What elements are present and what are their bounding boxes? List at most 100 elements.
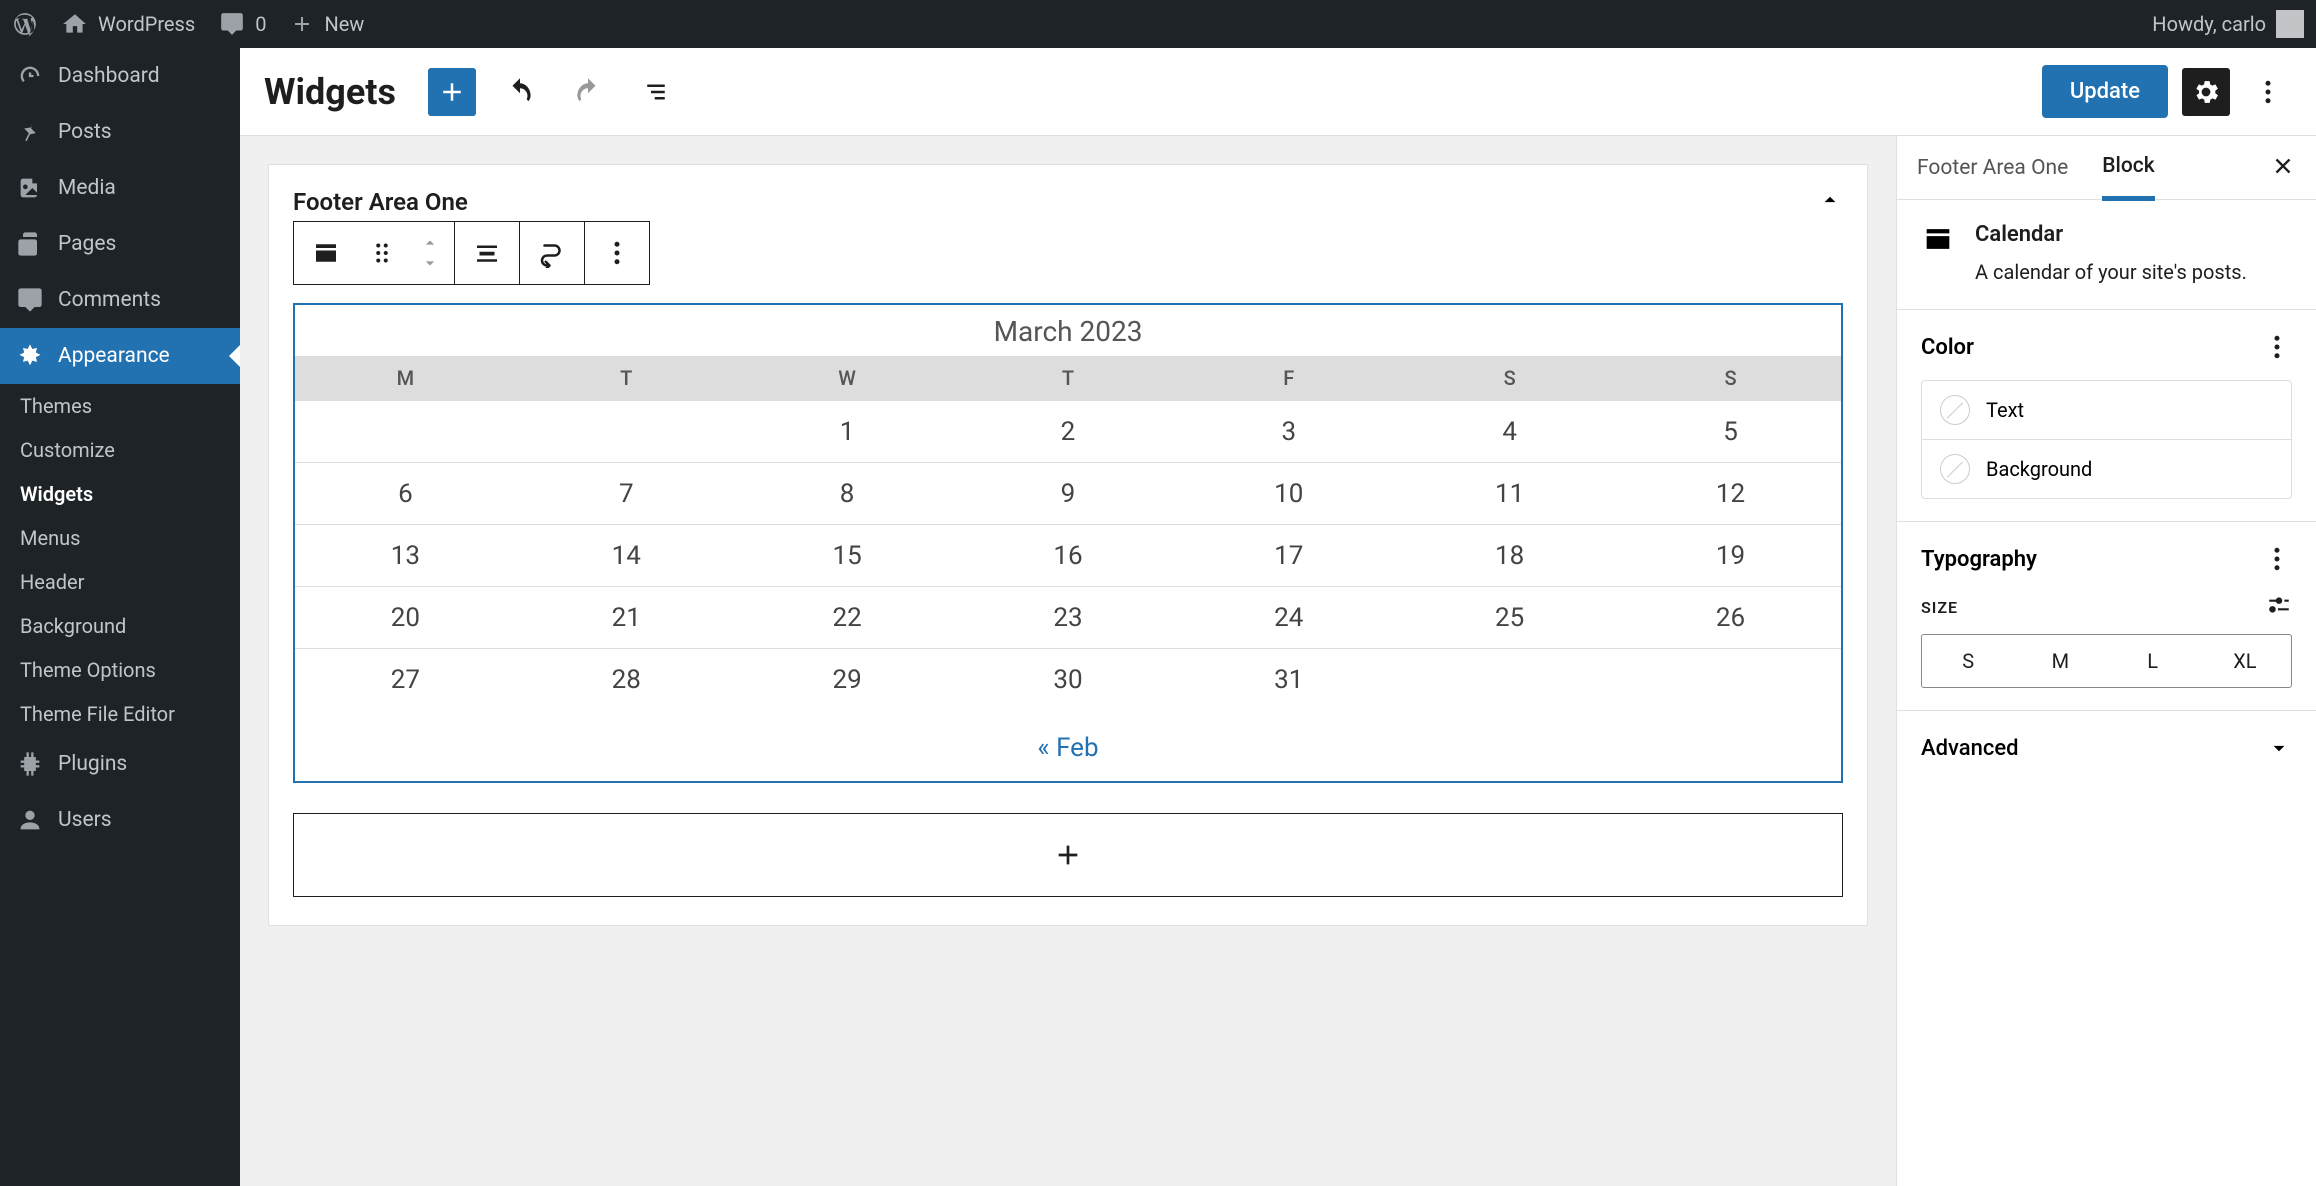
my-account-link[interactable]: Howdy, carlo: [2152, 10, 2304, 38]
calendar-day: 22: [737, 587, 958, 649]
admin-sidebar: Dashboard Posts Media Pages Comments App…: [0, 48, 240, 1186]
block-toolbar: [293, 221, 650, 285]
sidebar-item-pages[interactable]: Pages: [0, 216, 240, 272]
weekday-header: F: [1178, 356, 1399, 401]
size-option[interactable]: M: [2014, 635, 2106, 687]
calendar-table: MTWTFSS 12345678910111213141516171819202…: [295, 356, 1841, 711]
move-to-button[interactable]: [520, 222, 584, 284]
sidebar-item-media[interactable]: Media: [0, 160, 240, 216]
tab-block[interactable]: Block: [2102, 136, 2154, 201]
sidebar-item-users[interactable]: Users: [0, 792, 240, 848]
calendar-day: 24: [1178, 587, 1399, 649]
sidebar-item-dashboard[interactable]: Dashboard: [0, 48, 240, 104]
new-content-link[interactable]: New: [290, 12, 364, 36]
calendar-day: 14: [516, 525, 737, 587]
plus-icon: [290, 12, 314, 36]
color-text-button[interactable]: Text: [1922, 381, 2291, 440]
close-inspector-button[interactable]: [2270, 153, 2296, 183]
howdy-text: Howdy, carlo: [2152, 12, 2266, 36]
submenu-header[interactable]: Header: [0, 560, 240, 604]
color-panel-title: Color: [1921, 335, 1974, 360]
site-name-link[interactable]: WordPress: [62, 11, 195, 37]
add-block-button[interactable]: [428, 68, 476, 116]
calendar-day: 29: [737, 649, 958, 711]
comments-count: 0: [255, 12, 266, 36]
sliders-icon[interactable]: [2266, 592, 2292, 622]
move-up-button[interactable]: [406, 233, 454, 253]
comments-link[interactable]: 0: [219, 11, 266, 37]
calendar-day: [1399, 649, 1620, 711]
submenu-menus[interactable]: Menus: [0, 516, 240, 560]
page-title: Widgets: [264, 71, 396, 113]
drag-handle[interactable]: [358, 222, 406, 284]
sidebar-item-plugins[interactable]: Plugins: [0, 736, 240, 792]
size-option[interactable]: L: [2107, 635, 2199, 687]
options-button[interactable]: [2244, 68, 2292, 116]
submenu-widgets[interactable]: Widgets: [0, 472, 240, 516]
collapse-button[interactable]: [1817, 187, 1843, 217]
sidebar-item-posts[interactable]: Posts: [0, 104, 240, 160]
move-to-icon: [537, 238, 567, 268]
calendar-day: 31: [1178, 649, 1399, 711]
list-view-button[interactable]: [632, 68, 680, 116]
size-option[interactable]: S: [1922, 635, 2014, 687]
color-background-button[interactable]: Background: [1922, 440, 2291, 498]
close-icon: [2270, 153, 2296, 179]
block-type-button[interactable]: [294, 222, 358, 284]
calendar-day: 17: [1178, 525, 1399, 587]
calendar-day: 5: [1620, 401, 1841, 463]
redo-button[interactable]: [564, 68, 612, 116]
sidebar-item-appearance[interactable]: Appearance: [0, 328, 240, 384]
color-options-button[interactable]: [2262, 332, 2292, 362]
block-title: Calendar: [1975, 222, 2247, 247]
inspector-panel: Footer Area One Block Calendar A calenda…: [1896, 136, 2316, 1186]
swatch-none-icon: [1940, 395, 1970, 425]
submenu-theme-file-editor[interactable]: Theme File Editor: [0, 692, 240, 736]
comment-icon: [219, 11, 245, 37]
settings-button[interactable]: [2182, 68, 2230, 116]
calendar-day: [516, 401, 737, 463]
move-down-button[interactable]: [406, 253, 454, 273]
media-icon: [16, 174, 44, 202]
pages-icon: [16, 230, 44, 258]
calendar-prev-link[interactable]: « Feb: [1037, 733, 1098, 763]
calendar-day: 26: [1620, 587, 1841, 649]
kebab-icon: [602, 238, 632, 268]
kebab-icon: [2262, 332, 2292, 362]
advanced-panel-toggle[interactable]: Advanced: [1897, 711, 2316, 785]
align-button[interactable]: [455, 222, 519, 284]
typography-options-button[interactable]: [2262, 544, 2292, 574]
drag-icon: [367, 238, 397, 268]
block-description: A calendar of your site's posts.: [1975, 257, 2247, 287]
avatar: [2276, 10, 2304, 38]
update-button[interactable]: Update: [2042, 65, 2168, 118]
weekday-header: M: [295, 356, 516, 401]
submenu-customize[interactable]: Customize: [0, 428, 240, 472]
calendar-day: 20: [295, 587, 516, 649]
size-option[interactable]: XL: [2199, 635, 2291, 687]
calendar-block[interactable]: March 2023 MTWTFSS 123456789101112131415…: [293, 303, 1843, 783]
tab-widget-area[interactable]: Footer Area One: [1917, 138, 2068, 198]
editor-canvas: Footer Area One: [240, 136, 1896, 1186]
calendar-day: 21: [516, 587, 737, 649]
submenu-background[interactable]: Background: [0, 604, 240, 648]
calendar-day: 2: [958, 401, 1179, 463]
calendar-day: 12: [1620, 463, 1841, 525]
block-options-button[interactable]: [585, 222, 649, 284]
widget-area-panel: Footer Area One: [268, 164, 1868, 926]
calendar-day: 11: [1399, 463, 1620, 525]
undo-button[interactable]: [496, 68, 544, 116]
calendar-day: 8: [737, 463, 958, 525]
submenu-themes[interactable]: Themes: [0, 384, 240, 428]
add-block-appender[interactable]: [293, 813, 1843, 897]
calendar-day: 7: [516, 463, 737, 525]
gear-icon: [2191, 77, 2221, 107]
chevron-up-icon: [1817, 187, 1843, 213]
submenu-theme-options[interactable]: Theme Options: [0, 648, 240, 692]
site-name: WordPress: [98, 12, 195, 36]
wp-logo[interactable]: [12, 11, 38, 37]
home-icon: [62, 11, 88, 37]
calendar-day: 16: [958, 525, 1179, 587]
sidebar-item-comments[interactable]: Comments: [0, 272, 240, 328]
calendar-day: 19: [1620, 525, 1841, 587]
